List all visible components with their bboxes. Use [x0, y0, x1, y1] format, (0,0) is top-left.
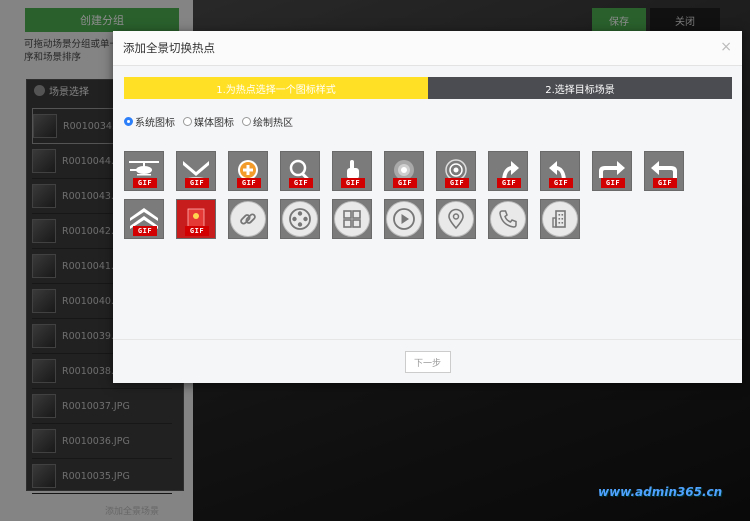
play-icon [393, 208, 415, 230]
circle-bg [282, 201, 318, 237]
link-icon [240, 213, 256, 225]
phone-icon [499, 210, 517, 228]
circle-bg [230, 201, 266, 237]
radio-label: 媒体图标 [194, 118, 234, 129]
circle-bg [438, 201, 474, 237]
circle-bg [386, 201, 422, 237]
circle-bg [542, 201, 578, 237]
gif-badge: GIF [497, 178, 521, 188]
hotspot-option[interactable]: GIF [332, 151, 372, 191]
radio-button[interactable] [124, 117, 133, 126]
location-icon [448, 208, 464, 230]
hotspot-option[interactable]: GIF [280, 151, 320, 191]
radio-button[interactable] [242, 117, 251, 126]
radio-label: 绘制热区 [253, 118, 293, 129]
gif-badge: GIF [185, 178, 209, 188]
step-choose-icon[interactable]: 1.为热点选择一个图标样式 [124, 77, 428, 99]
circle-bg [490, 201, 526, 237]
radio-system-icon[interactable]: 系统图标 [124, 114, 175, 129]
radio-label: 系统图标 [135, 118, 175, 129]
hotspot-option[interactable]: GIF [436, 151, 476, 191]
hotspot-option[interactable] [436, 199, 476, 239]
gif-badge: GIF [133, 226, 157, 236]
gif-badge: GIF [341, 178, 365, 188]
gif-badge: GIF [133, 178, 157, 188]
hotspot-option[interactable]: GIF [384, 151, 424, 191]
dialog-title: 添加全景切换热点 [123, 41, 215, 55]
step-choose-scene[interactable]: 2.选择目标场景 [428, 77, 732, 99]
reel-icon [289, 208, 311, 230]
hotspot-option[interactable] [280, 199, 320, 239]
hotspot-option[interactable] [540, 199, 580, 239]
grid-icon [343, 210, 361, 228]
hotspot-option[interactable]: GIF [124, 199, 164, 239]
hotspot-icon-grid: GIF GIF GIF GIF GIF GIF GIF GIF GIF GIF … [124, 151, 739, 247]
close-icon[interactable]: × [720, 39, 732, 55]
hotspot-option[interactable]: GIF [592, 151, 632, 191]
dialog-header: 添加全景切换热点 × [113, 31, 742, 66]
add-hotspot-dialog: 添加全景切换热点 × 1.为热点选择一个图标样式 2.选择目标场景 系统图标 媒… [113, 31, 742, 383]
hotspot-option[interactable]: GIF [124, 151, 164, 191]
radio-media-icon[interactable]: 媒体图标 [183, 114, 234, 129]
hotspot-option[interactable]: GIF [540, 151, 580, 191]
dialog-footer: 下一步 [113, 339, 742, 384]
hotspot-option[interactable] [384, 199, 424, 239]
gif-badge: GIF [601, 178, 625, 188]
building-icon [552, 210, 566, 228]
icon-type-radios: 系统图标 媒体图标 绘制热区 [124, 114, 297, 129]
hotspot-option[interactable]: GIF [644, 151, 684, 191]
next-step-button[interactable]: 下一步 [404, 351, 451, 373]
hotspot-option[interactable] [332, 199, 372, 239]
gif-badge: GIF [289, 178, 313, 188]
gif-badge: GIF [237, 178, 261, 188]
circle-bg [334, 201, 370, 237]
gif-badge: GIF [445, 178, 469, 188]
hotspot-option[interactable]: GIF [176, 199, 216, 239]
gif-badge: GIF [653, 178, 677, 188]
step-bar: 1.为热点选择一个图标样式 2.选择目标场景 [124, 77, 732, 99]
watermark: www.admin365.cn [598, 485, 723, 499]
hotspot-option[interactable]: GIF [176, 151, 216, 191]
gif-badge: GIF [185, 226, 209, 236]
radio-button[interactable] [183, 117, 192, 126]
hotspot-option[interactable]: GIF [488, 151, 528, 191]
hotspot-option[interactable] [228, 199, 268, 239]
gif-badge: GIF [549, 178, 573, 188]
hotspot-option[interactable]: GIF [228, 151, 268, 191]
radio-draw-area[interactable]: 绘制热区 [242, 114, 293, 129]
hotspot-option[interactable] [488, 199, 528, 239]
gif-badge: GIF [393, 178, 417, 188]
